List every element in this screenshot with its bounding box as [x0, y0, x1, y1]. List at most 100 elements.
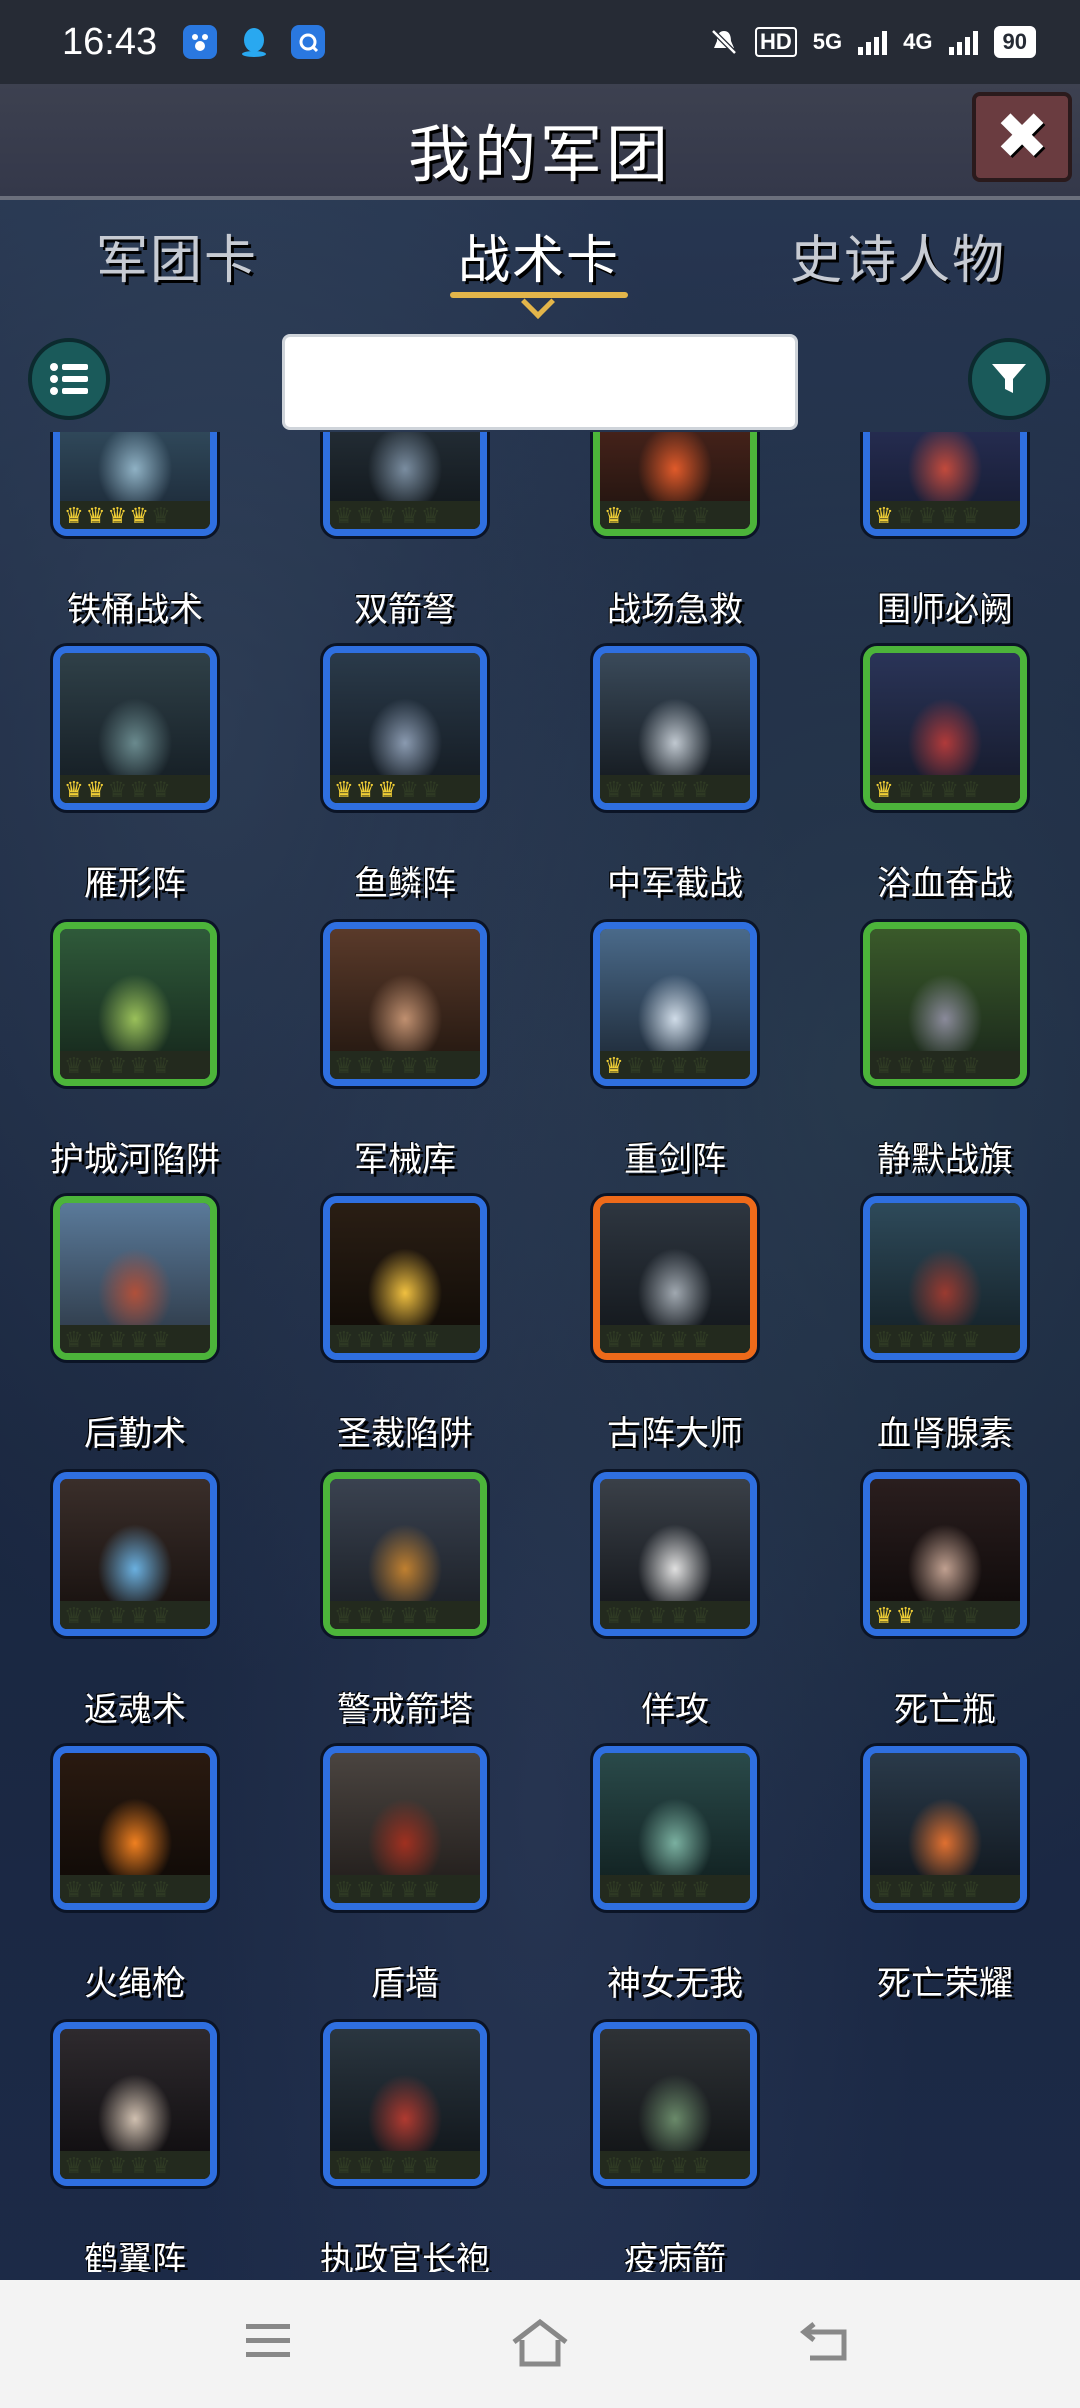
crown-icon-filled: ♛: [64, 778, 84, 803]
tactic-card[interactable]: ♛ ♛ ♛ ♛ ♛ 鹤翼阵: [0, 432, 270, 2272]
page-title: 我的军团: [407, 118, 672, 191]
crown-icon-empty: ♛: [377, 2154, 398, 2179]
notification-icons: [183, 25, 326, 59]
menu-icon[interactable]: [244, 2318, 292, 2362]
tab-tactic-cards[interactable]: 战术卡: [458, 218, 620, 293]
hd-indicator: HD: [755, 27, 797, 57]
crown-icon-empty: ♛: [625, 1328, 646, 1353]
crown-icon-empty: ♛: [377, 1604, 398, 1629]
star-rating: ♛ ♛ ♛ ♛ ♛: [330, 1051, 480, 1079]
crown-icon-empty: ♛: [399, 1878, 419, 1903]
card-label: 神女无我: [607, 1964, 743, 2004]
crown-icon-empty: ♛: [647, 778, 668, 803]
crown-icon-empty: ♛: [355, 1054, 376, 1079]
crown-icon-empty: ♛: [355, 1878, 376, 1903]
mute-icon: [711, 29, 737, 55]
crown-icon-empty: ♛: [420, 1604, 441, 1629]
list-view-button[interactable]: [28, 338, 110, 420]
crown-icon-empty: ♛: [669, 1878, 689, 1903]
system-indicators: HD 5G 4G 90: [709, 26, 1036, 58]
tactic-card[interactable]: ♛ ♛ ♛ ♛ ♛ 疫病箭: [540, 432, 810, 2272]
title-bar: 我的军团 ✖: [0, 84, 1080, 200]
card-frame: ♛ ♛ ♛ ♛ ♛: [593, 1196, 757, 1360]
crown-icon-empty: ♛: [917, 1328, 938, 1353]
card-frame: ♛ ♛ ♛ ♛ ♛: [593, 922, 757, 1086]
close-button[interactable]: ✖: [972, 92, 1072, 182]
tab-epic-characters[interactable]: 史诗人物: [790, 218, 1006, 293]
card-label: 死亡荣耀: [877, 1964, 1013, 2004]
crown-icon-empty: ♛: [939, 1054, 959, 1079]
crown-icon-empty: ♛: [150, 1054, 171, 1079]
crown-icon-empty: ♛: [604, 778, 624, 803]
card-frame: ♛ ♛ ♛ ♛ ♛: [863, 1196, 1027, 1360]
tab-legion-cards[interactable]: 军团卡: [96, 218, 258, 293]
crown-icon-empty: ♛: [64, 1604, 84, 1629]
crown-icon-filled: ♛: [355, 778, 376, 803]
crown-icon-empty: ♛: [420, 1054, 441, 1079]
card-label: 雁形阵: [84, 864, 186, 904]
crown-icon-empty: ♛: [669, 1054, 689, 1079]
category-tabs: 军团卡 战术卡 史诗人物: [0, 210, 1080, 320]
tactic-card[interactable]: ♛ ♛ ♛ ♛ ♛ 死亡荣耀: [810, 432, 1080, 2004]
crown-icon-empty: ♛: [150, 2154, 171, 2179]
star-rating: ♛ ♛ ♛ ♛ ♛: [330, 1875, 480, 1903]
crown-icon-empty: ♛: [647, 1878, 668, 1903]
card-label: 返魂术: [84, 1690, 186, 1730]
crown-icon-empty: ♛: [690, 2154, 711, 2179]
card-label: 圣裁陷阱: [337, 1414, 473, 1454]
crown-icon-empty: ♛: [334, 1604, 354, 1629]
card-label: 鱼鳞阵: [354, 864, 456, 904]
crown-icon-empty: ♛: [420, 2154, 441, 2179]
home-icon[interactable]: [510, 2318, 570, 2368]
back-icon[interactable]: [800, 2318, 850, 2364]
crown-icon-empty: ♛: [939, 1878, 959, 1903]
star-rating: ♛ ♛ ♛ ♛ ♛: [870, 1325, 1020, 1353]
star-rating: ♛ ♛ ♛ ♛ ♛: [600, 2151, 750, 2179]
card-frame: ♛ ♛ ♛ ♛ ♛: [323, 922, 487, 1086]
crown-icon-filled: ♛: [604, 1054, 624, 1079]
crown-icon-empty: ♛: [107, 1328, 128, 1353]
crown-icon-empty: ♛: [939, 1328, 959, 1353]
crown-icon-empty: ♛: [355, 2154, 376, 2179]
card-label: 执政官长袍: [320, 2240, 490, 2272]
crown-icon-empty: ♛: [107, 1878, 128, 1903]
crown-icon-empty: ♛: [355, 1604, 376, 1629]
crown-icon-empty: ♛: [334, 1328, 354, 1353]
crown-icon-empty: ♛: [895, 1328, 916, 1353]
baidu-app-icon: [183, 25, 218, 59]
crown-icon-empty: ♛: [399, 2154, 419, 2179]
crown-icon-empty: ♛: [107, 2154, 128, 2179]
tactic-card[interactable]: ♛ ♛ ♛ ♛ ♛ 执政官长袍: [270, 432, 540, 2272]
tactic-card-grid: ♛ ♛ ♛ ♛ ♛ 铁桶战术 ♛ ♛ ♛ ♛ ♛ 双箭弩 ♛ ♛ ♛ ♛ ♛ 战场急救 ♛ ♛ ♛ ♛ ♛ 围师必阙 ♛ ♛ ♛ ♛ ♛…: [0, 432, 1080, 2272]
filter-icon: [992, 364, 1026, 393]
crown-icon-empty: ♛: [150, 1878, 171, 1903]
card-label: 死亡瓶: [894, 1690, 996, 1730]
crown-icon-empty: ♛: [647, 1328, 668, 1353]
crown-icon-empty: ♛: [85, 1054, 106, 1079]
crown-icon-empty: ♛: [669, 2154, 689, 2179]
star-rating: ♛ ♛ ♛ ♛ ♛: [600, 1875, 750, 1903]
star-rating: ♛ ♛ ♛ ♛ ♛: [60, 1325, 210, 1353]
network-4g: 4G: [903, 29, 933, 54]
crown-icon-empty: ♛: [399, 1054, 419, 1079]
filter-button[interactable]: [968, 338, 1050, 420]
crown-icon-filled: ♛: [874, 1604, 894, 1629]
crown-icon-empty: ♛: [625, 1604, 646, 1629]
crown-icon-empty: ♛: [690, 1878, 711, 1903]
crown-icon-empty: ♛: [647, 1054, 668, 1079]
crown-icon-empty: ♛: [690, 1054, 711, 1079]
crown-icon-empty: ♛: [874, 1054, 894, 1079]
search-input[interactable]: [282, 334, 798, 430]
crown-icon-empty: ♛: [625, 1054, 646, 1079]
crown-icon-empty: ♛: [129, 1878, 149, 1903]
crown-icon-empty: ♛: [604, 1604, 624, 1629]
card-label: 疫病箭: [624, 2240, 726, 2272]
system-navigation-bar: [0, 2280, 1080, 2408]
crown-icon-empty: ♛: [604, 1328, 624, 1353]
crown-icon-empty: ♛: [917, 1604, 938, 1629]
star-rating: ♛ ♛ ♛ ♛ ♛: [60, 2151, 210, 2179]
card-frame: ♛ ♛ ♛ ♛ ♛: [863, 922, 1027, 1086]
close-icon: ✖: [995, 100, 1049, 174]
star-rating: ♛ ♛ ♛ ♛ ♛: [330, 2151, 480, 2179]
crown-icon-empty: ♛: [129, 778, 149, 803]
